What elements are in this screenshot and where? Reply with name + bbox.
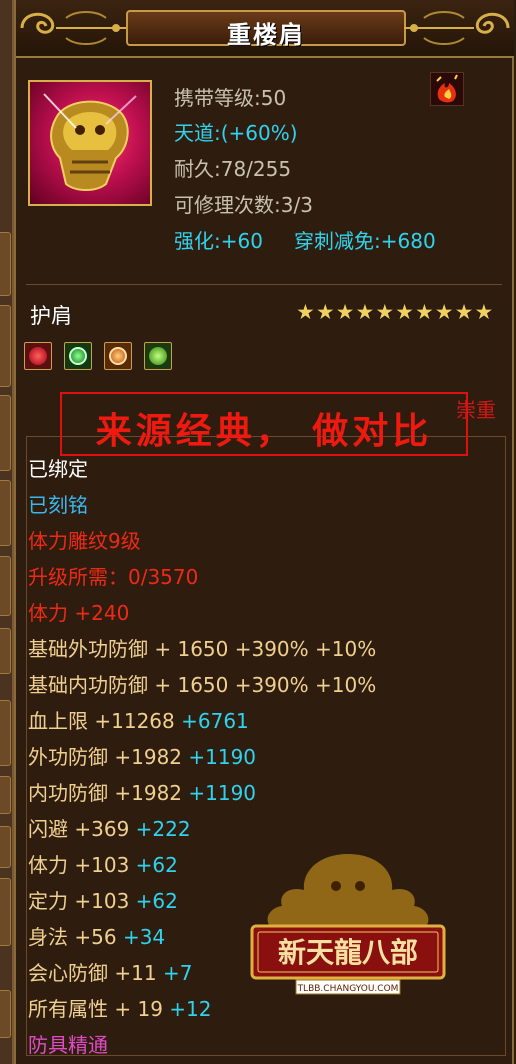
title-bar: 重楼肩 xyxy=(126,10,406,49)
stat-line: 身法 +56 +34 xyxy=(28,924,165,950)
divider xyxy=(26,284,502,285)
item-tooltip-panel: 重楼肩 携带等级:50 天道:(+60%) 耐久:78/255 可修理次数:3/… xyxy=(14,0,514,1064)
side-tab[interactable] xyxy=(0,628,11,674)
stat-line: 体力 +240 xyxy=(28,601,130,625)
stat-line: 体力 +103 +62 xyxy=(28,852,178,878)
stat-bonus: +7 xyxy=(162,961,193,985)
star-icon: ★ xyxy=(434,300,454,324)
repair-count: 可修理次数:3/3 xyxy=(174,193,313,217)
stat-line: 定力 +103 +62 xyxy=(28,888,178,914)
item-type: 护肩 xyxy=(30,304,72,328)
stat-line: 内功防御 +1982 +1190 xyxy=(28,780,256,806)
watermark-text: 来源经典， 做对比 xyxy=(95,411,433,452)
bound-status: 已绑定 xyxy=(28,457,88,481)
stat-bonus: +222 xyxy=(135,817,191,841)
side-tab[interactable] xyxy=(0,878,11,946)
engraved-status: 已刻铭 xyxy=(28,493,88,517)
stat-line: 基础内功防御 + 1650 +390% +10% xyxy=(28,673,377,697)
logo-brand: 新天龍八部 xyxy=(278,936,418,969)
stat-line: 闪避 +369 +222 xyxy=(28,816,191,842)
side-tab[interactable] xyxy=(0,700,11,766)
side-tab[interactable] xyxy=(0,480,11,546)
gem-slots xyxy=(24,342,172,370)
stat-line: 会心防御 +11 +7 xyxy=(28,960,192,986)
stat-bonus: +1190 xyxy=(188,745,257,769)
stat-bonus: +6761 xyxy=(181,709,249,733)
star-icon: ★ xyxy=(414,300,434,324)
tiandao-bonus: 天道:(+60%) xyxy=(174,121,298,145)
stat-line: 外功防御 +1982 +1190 xyxy=(28,744,256,770)
upgrade-requirement: 升级所需：0/3570 xyxy=(28,565,199,589)
stat-base: 闪避 +369 xyxy=(28,817,130,841)
star-icon: ★ xyxy=(355,300,375,324)
star-icon: ★ xyxy=(315,300,335,324)
tooltip-header: 重楼肩 xyxy=(16,0,514,58)
star-icon: ★ xyxy=(474,300,494,324)
flame-icon xyxy=(430,72,464,106)
left-edge-strip xyxy=(0,0,14,1064)
stat-base: 内功防御 +1982 xyxy=(28,781,183,805)
stat-bonus: +12 xyxy=(169,997,212,1021)
stat-line: 基础外功防御 + 1650 +390% +10% xyxy=(28,637,377,661)
item-name: 重楼肩 xyxy=(227,21,305,49)
pierce-reduction: 穿刺减免:+680 xyxy=(294,229,436,253)
scroll-ornament-icon xyxy=(20,11,126,45)
star-icon: ★ xyxy=(335,300,355,324)
orange-gem-icon[interactable] xyxy=(104,342,132,370)
star-rating: ★ ★ ★ ★ ★ ★ ★ ★ ★ ★ xyxy=(296,300,493,324)
armor-mastery: 防具精通 xyxy=(28,1033,108,1057)
side-tab[interactable] xyxy=(0,395,11,471)
scroll-ornament-icon xyxy=(404,11,510,45)
weight-label: 崇重 xyxy=(456,398,496,422)
stat-bonus: +1190 xyxy=(188,781,257,805)
enhance-value: 强化:+60 xyxy=(174,229,263,253)
durability: 耐久:78/255 xyxy=(174,157,292,181)
watermark-box: 来源经典， 做对比 xyxy=(60,392,468,456)
stat-base: 血上限 +11268 xyxy=(28,709,175,733)
stat-base: 会心防御 +11 xyxy=(28,961,157,985)
shoulder-armor-icon[interactable] xyxy=(28,80,152,206)
star-icon: ★ xyxy=(454,300,474,324)
carry-level: 携带等级:50 xyxy=(174,86,287,110)
game-logo: 新天龍八部 TLBB.CHANGYOU.COM xyxy=(250,854,446,995)
stat-bonus: +62 xyxy=(135,889,178,913)
stat-base: 所有属性 + 19 xyxy=(28,997,163,1021)
star-icon: ★ xyxy=(395,300,414,324)
stat-base: 定力 +103 xyxy=(28,889,130,913)
stat-base: 身法 +56 xyxy=(28,925,117,949)
side-tab[interactable] xyxy=(0,305,11,387)
side-tab[interactable] xyxy=(0,776,11,814)
stat-line: 所有属性 + 19 +12 xyxy=(28,996,212,1022)
stat-base: 体力 +103 xyxy=(28,853,130,877)
side-tab[interactable] xyxy=(0,990,11,1038)
star-icon: ★ xyxy=(296,300,315,324)
green-gem-icon[interactable] xyxy=(64,342,92,370)
side-tab[interactable] xyxy=(0,826,11,868)
stat-bonus: +34 xyxy=(122,925,166,949)
star-icon: ★ xyxy=(375,300,395,324)
logo-url: TLBB.CHANGYOU.COM xyxy=(297,984,399,994)
stat-base: 外功防御 +1982 xyxy=(28,745,183,769)
stat-line: 血上限 +11268 +6761 xyxy=(28,708,249,734)
red-gem-icon[interactable] xyxy=(24,342,52,370)
side-tab[interactable] xyxy=(0,556,11,616)
carving-level: 体力雕纹9级 xyxy=(28,529,141,553)
side-tab[interactable] xyxy=(0,232,11,296)
jade-gem-icon[interactable] xyxy=(144,342,172,370)
stat-bonus: +62 xyxy=(135,853,178,877)
